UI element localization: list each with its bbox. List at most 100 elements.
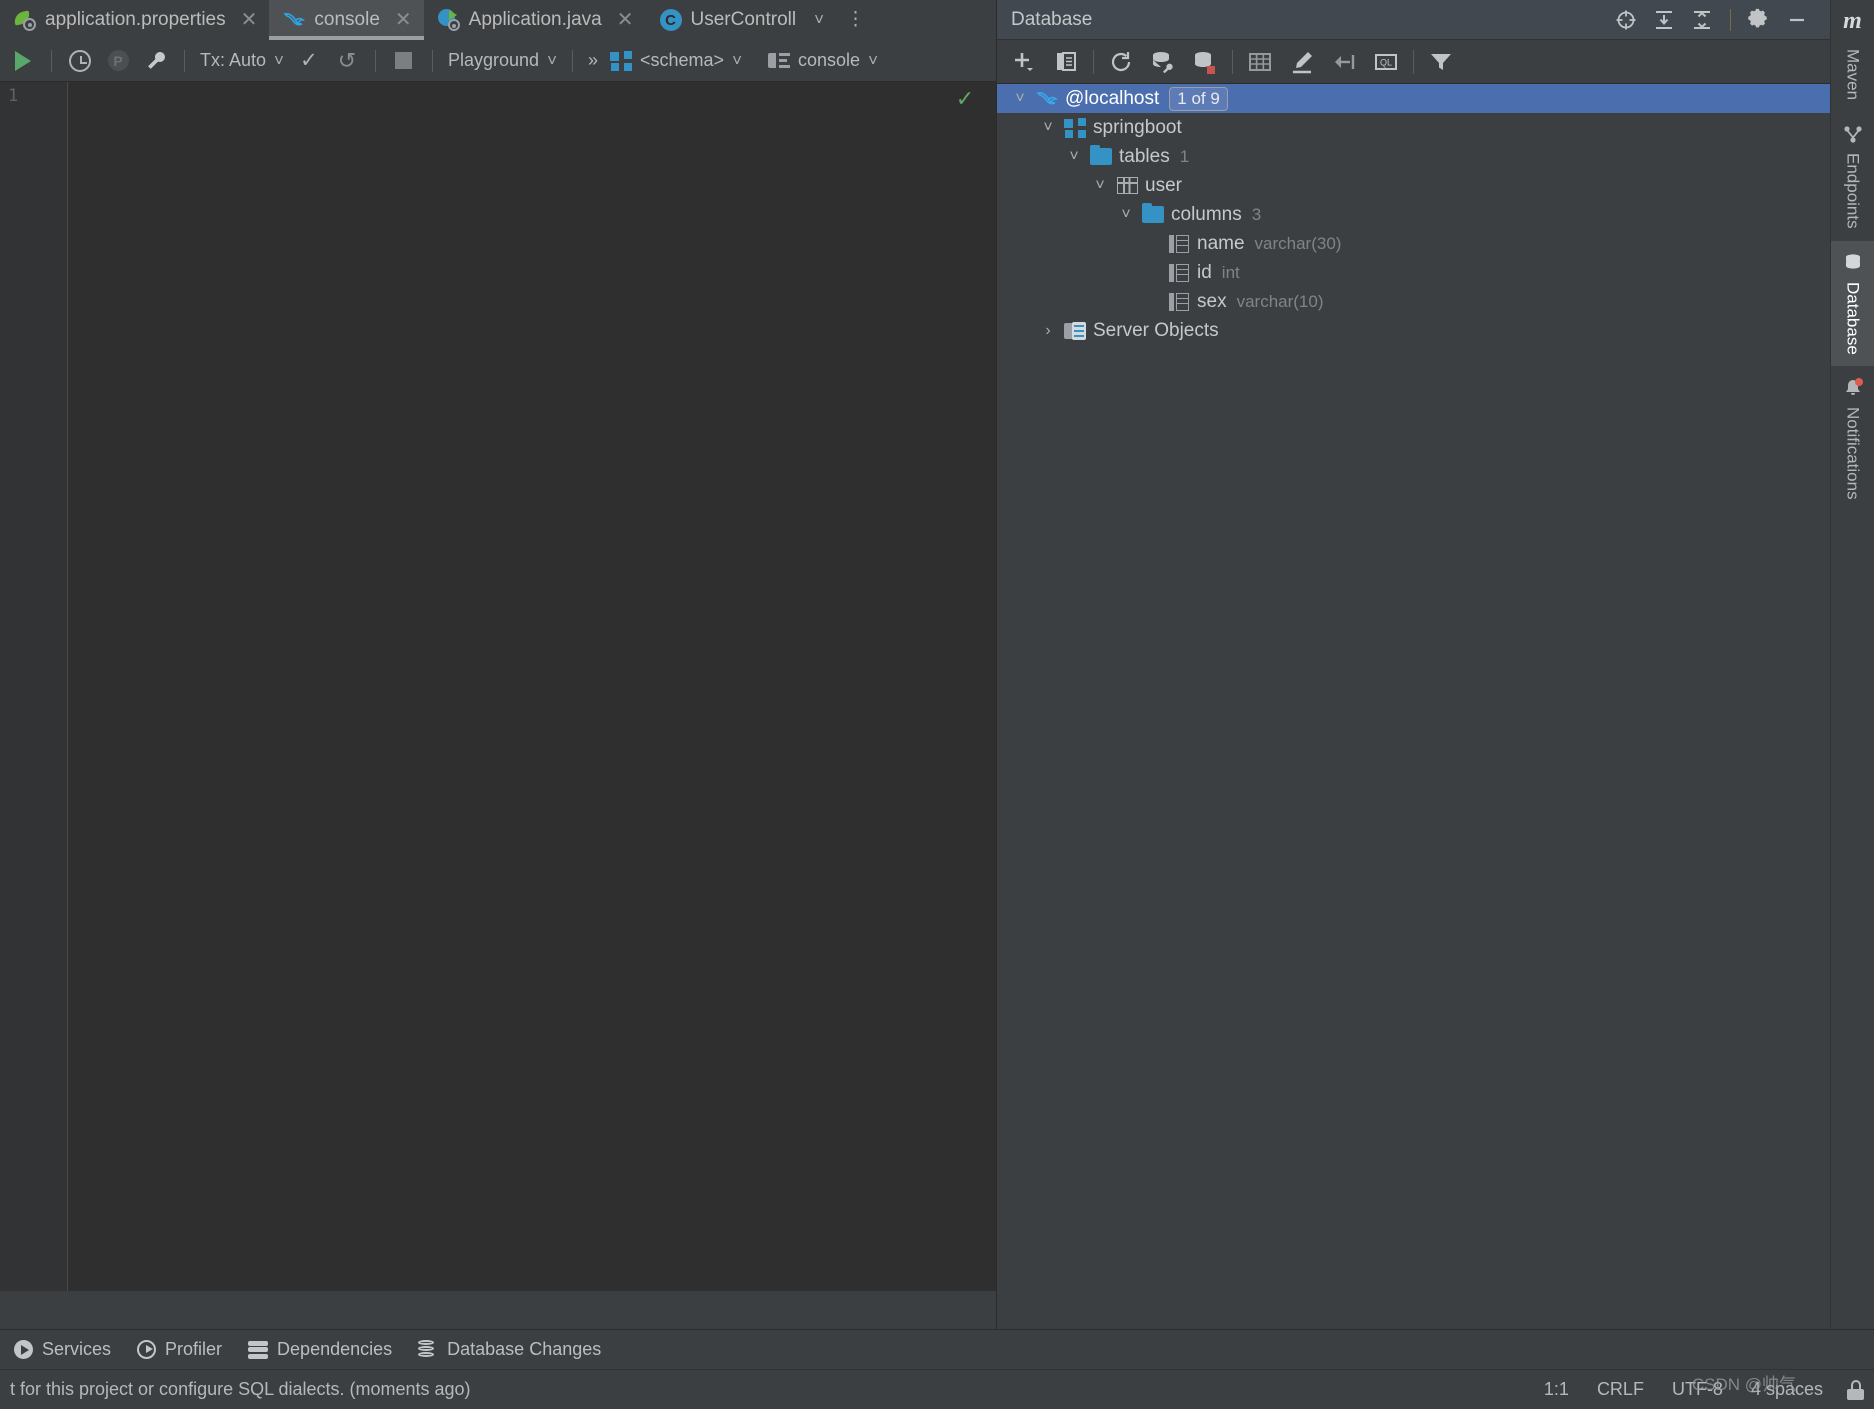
commit-button[interactable]: ✓ <box>290 43 328 79</box>
close-icon[interactable]: ✕ <box>241 10 258 30</box>
editor-bottom-strip <box>0 1291 996 1329</box>
history-button[interactable] <box>61 43 99 79</box>
column-type: varchar(10) <box>1236 291 1324 311</box>
tree-node-columns[interactable]: ˅ columns 3 <box>997 200 1830 229</box>
chevron-right-icon[interactable]: › <box>1035 322 1061 340</box>
read-only-lock-icon[interactable] <box>1847 1379 1864 1400</box>
stop-button[interactable] <box>385 43 423 79</box>
database-modify-icon[interactable] <box>1184 43 1226 81</box>
gear-icon[interactable] <box>1740 4 1778 36</box>
close-icon[interactable]: ✕ <box>395 10 412 30</box>
rollback-button[interactable]: ↺ <box>328 43 366 79</box>
tree-node-column-id[interactable]: id int <box>997 258 1830 287</box>
tree-node-springboot[interactable]: ˅ springboot <box>997 113 1830 142</box>
tree-node-tables[interactable]: ˅ tables 1 <box>997 142 1830 171</box>
tree-node-label: Server Objects <box>1093 319 1219 341</box>
database-icon <box>1843 253 1863 273</box>
check-icon: ✓ <box>300 49 318 72</box>
code-line[interactable]: ✓ <box>68 82 996 116</box>
toolbar-divider <box>51 49 52 72</box>
editor-tab-console[interactable]: console ✕ <box>269 0 424 40</box>
more-vertical-icon[interactable]: ⋮ <box>836 10 875 30</box>
caret-position[interactable]: 1:1 <box>1530 1379 1583 1400</box>
tree-node-label: user <box>1145 174 1182 196</box>
editor-tabbar: application.properties ✕ console ✕ Appli… <box>0 0 996 40</box>
chevron-down-icon[interactable]: ˅ <box>1061 148 1087 166</box>
editor-tab-application-java[interactable]: Application.java ✕ <box>424 0 646 40</box>
indent-setting[interactable]: 4 spaces <box>1737 1379 1837 1400</box>
tool-window-profiler[interactable]: Profiler <box>137 1339 222 1360</box>
close-icon[interactable]: ✕ <box>617 10 634 30</box>
jump-to-icon[interactable] <box>1323 43 1365 81</box>
schema-dropdown[interactable]: <schema> ˅ <box>604 50 748 71</box>
bell-icon <box>1843 378 1863 398</box>
tree-node-server-objects[interactable]: › Server Objects <box>997 316 1830 345</box>
session-dropdown[interactable]: console ˅ <box>762 50 884 71</box>
minimize-icon[interactable] <box>1778 4 1816 36</box>
chevron-down-icon[interactable]: ˅ <box>1007 90 1033 108</box>
tree-node-localhost[interactable]: ˅ @localhost 1 of 9 <box>997 84 1830 113</box>
tx-mode-dropdown[interactable]: Tx: Auto ˅ <box>194 50 290 71</box>
inspection-status-icon[interactable]: ✓ <box>948 85 982 113</box>
mysql-dolphin-icon <box>1033 88 1061 110</box>
tool-window-services[interactable]: Services <box>14 1339 111 1360</box>
column-icon <box>1165 292 1193 311</box>
sidebar-tab-label: Database <box>1843 281 1863 355</box>
sidebar-tab-endpoints[interactable]: Endpoints <box>1831 112 1874 241</box>
chevron-down-icon[interactable]: ˅ <box>1035 119 1061 137</box>
tool-window-dependencies[interactable]: Dependencies <box>248 1339 392 1360</box>
tree-node-column-name[interactable]: name varchar(30) <box>997 229 1830 258</box>
sidebar-tab-label: Notifications <box>1843 407 1863 501</box>
execute-button[interactable] <box>4 43 42 79</box>
edit-icon[interactable] <box>1281 43 1323 81</box>
file-encoding[interactable]: UTF-8 <box>1658 1379 1737 1400</box>
add-new-icon[interactable] <box>1003 43 1045 81</box>
editor-tab-usercontroller[interactable]: C UserControll <box>646 0 809 40</box>
column-icon <box>1165 263 1193 282</box>
chevron-down-icon[interactable]: ˅ <box>814 10 824 30</box>
duplicate-icon[interactable] <box>1045 43 1087 81</box>
tab-list-dropdown[interactable]: ˅ <box>808 0 830 40</box>
editor-tab-label: console <box>314 9 380 30</box>
collapse-all-icon[interactable] <box>1683 4 1721 36</box>
chevron-down-icon[interactable]: ˅ <box>1087 177 1113 195</box>
sidebar-tab-label: Endpoints <box>1843 153 1863 229</box>
datasource-label: Playground <box>447 50 540 70</box>
schema-icon <box>610 50 633 71</box>
sql-editor[interactable]: 1 ✓ <box>0 82 996 1291</box>
stop-icon <box>395 52 413 69</box>
sidebar-tab-database[interactable]: Database <box>1830 240 1874 367</box>
tree-node-label: tables <box>1119 145 1170 167</box>
database-tools-icon[interactable] <box>1142 43 1184 81</box>
chevron-down-icon[interactable]: ˅ <box>1113 206 1139 224</box>
tool-window-database-changes[interactable]: Database Changes <box>418 1339 601 1360</box>
refresh-icon[interactable] <box>1100 43 1142 81</box>
datasource-dropdown[interactable]: Playground ˅ <box>442 50 563 71</box>
line-separator[interactable]: CRLF <box>1583 1379 1658 1400</box>
tree-node-count: 1 <box>1179 146 1190 166</box>
tab-options-menu[interactable]: ⋮ <box>830 0 881 40</box>
profile-button[interactable]: P <box>99 43 137 79</box>
database-panel-header: Database <box>997 0 1830 40</box>
toolbar-overflow-button[interactable]: » <box>582 50 604 71</box>
expand-all-icon[interactable] <box>1645 4 1683 36</box>
main-body: application.properties ✕ console ✕ Appli… <box>0 0 1874 1329</box>
query-language-icon[interactable]: QL <box>1365 43 1407 81</box>
locate-icon[interactable] <box>1607 4 1645 36</box>
gutter-continuation <box>0 116 68 1291</box>
filter-icon[interactable] <box>1420 43 1462 81</box>
status-message[interactable]: t for this project or configure SQL dial… <box>10 1379 471 1400</box>
table-editor-icon[interactable] <box>1239 43 1281 81</box>
database-tree[interactable]: ˅ @localhost 1 of 9 ˅ springboot ˅ table… <box>997 84 1830 1329</box>
tree-node-label: columns <box>1171 203 1242 225</box>
editor-tab-application-properties[interactable]: application.properties ✕ <box>0 0 269 40</box>
tree-node-column-sex[interactable]: sex varchar(10) <box>997 287 1830 316</box>
code-canvas[interactable] <box>68 116 996 1291</box>
tree-node-user[interactable]: ˅ user <box>997 171 1830 200</box>
editor-body[interactable] <box>0 116 996 1291</box>
sidebar-tab-notifications[interactable]: Notifications <box>1831 366 1874 512</box>
sidebar-tab-maven[interactable]: Maven <box>1831 37 1874 112</box>
clock-icon <box>69 49 91 72</box>
datasource-properties-button[interactable] <box>137 43 175 79</box>
database-tool-window: Database QL ˅ @localhost 1 of 9 ˅ spring… <box>996 0 1830 1329</box>
